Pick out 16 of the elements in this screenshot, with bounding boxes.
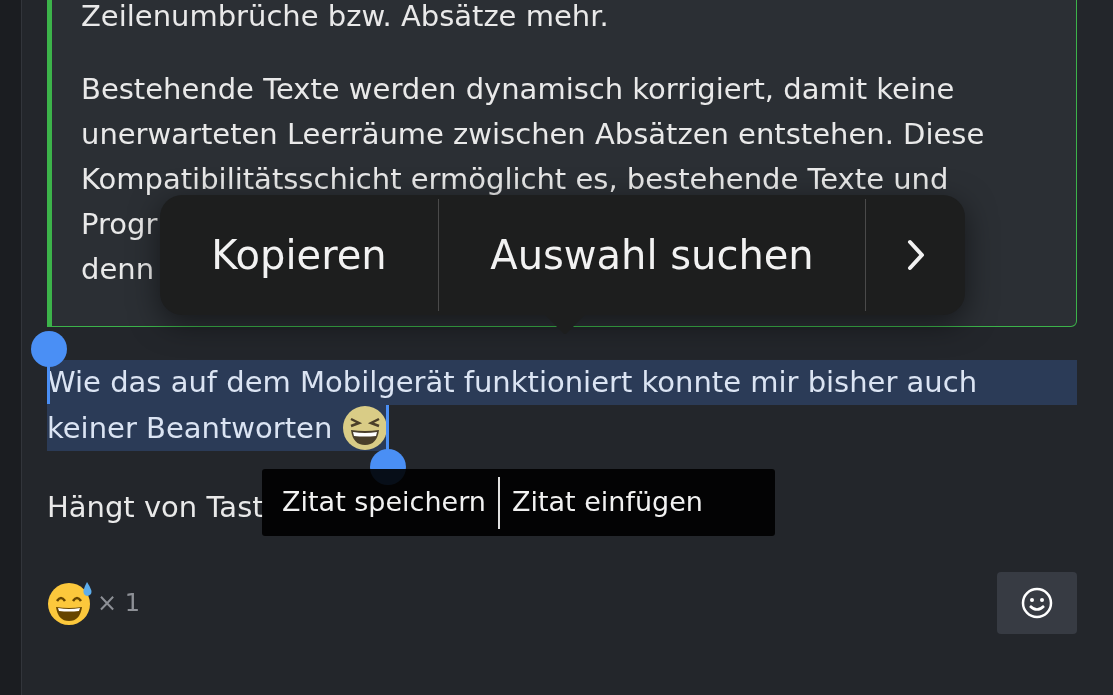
- chevron-right-icon: [905, 239, 926, 271]
- quote-popup-button[interactable]: Zitat einfügen: [511, 482, 703, 523]
- quote-text-line: Zeilenumbrüche bzw. Absätze mehr.: [81, 0, 609, 35]
- context-menu-item[interactable]: Kopieren: [160, 199, 439, 311]
- quote-text-line: denn: [81, 251, 154, 288]
- post-text-line: Hängt von Tast: [47, 489, 264, 526]
- smiley-icon: [1021, 587, 1053, 619]
- quote-text-line: Bestehende Texte werden dynamisch korrigiert, damit keine: [81, 71, 955, 108]
- reaction-count: × 1: [97, 588, 140, 619]
- quote-text-line: Kompatibilitätsschicht ermöglicht es, bestehende Texte und: [81, 161, 949, 198]
- quote-text-line: unerwarteten Leerräume zwischen Absätzen entstehen. Diese: [81, 116, 985, 153]
- laughing-emoji-icon: [342, 405, 389, 451]
- context-menu-item[interactable]: Auswahl suchen: [439, 199, 866, 311]
- quote-popup-button[interactable]: Zitat speichern: [282, 482, 486, 523]
- add-reaction-button[interactable]: [997, 572, 1077, 634]
- quote-text-line: Progr: [81, 206, 158, 243]
